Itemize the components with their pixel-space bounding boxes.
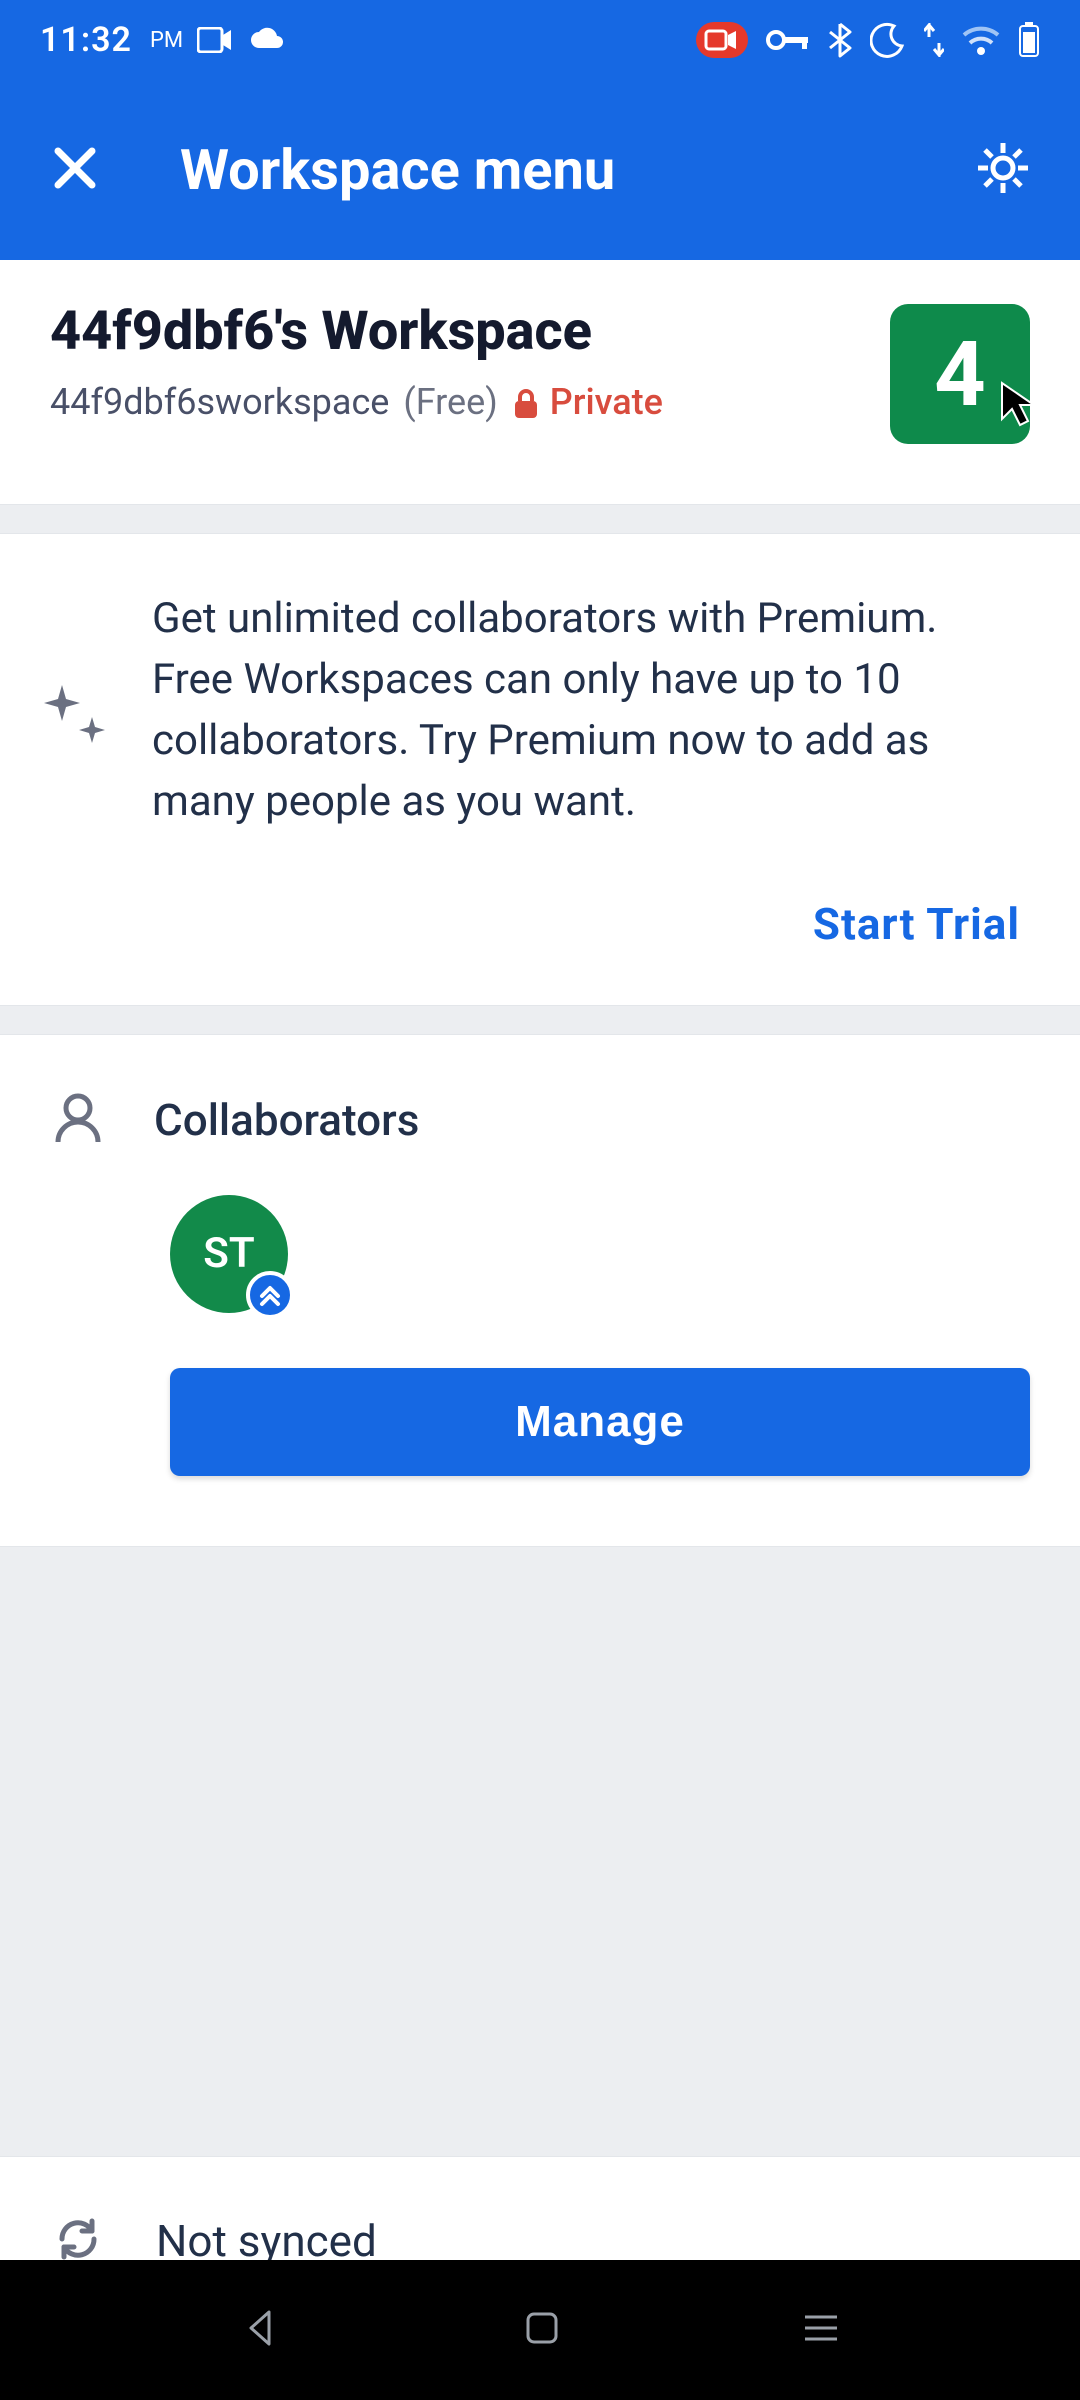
battery-icon [1018, 22, 1040, 58]
collaborators-title: Collaborators [154, 1094, 419, 1146]
workspace-slug: 44f9dbf6sworkspace [50, 381, 389, 423]
nav-home-icon[interactable] [522, 2308, 562, 2352]
sparkle-icon [40, 589, 110, 833]
collaborators-avatars: ST [50, 1195, 1030, 1313]
collaborators-section: Collaborators ST Manage [0, 1035, 1080, 1546]
record-indicator-icon [696, 22, 748, 58]
workspace-privacy-label: Private [550, 381, 663, 423]
wifi-icon [962, 25, 1000, 55]
workspace-subline: 44f9dbf6sworkspace (Free) Private [50, 381, 870, 423]
nav-recent-icon[interactable] [801, 2311, 841, 2349]
person-icon [50, 1090, 106, 1150]
status-time: 11:32 [40, 20, 132, 60]
workspace-plan: (Free) [403, 381, 497, 423]
workspace-name: 44f9dbf6's Workspace [50, 300, 870, 363]
bluetooth-icon [828, 22, 852, 58]
vpn-key-icon [766, 28, 810, 52]
cloud-icon [247, 26, 287, 54]
collaborators-header: Collaborators [50, 1090, 1030, 1150]
system-nav-bar [0, 2260, 1080, 2400]
empty-area [0, 1546, 1080, 2156]
dnd-moon-icon [870, 22, 906, 58]
gear-icon[interactable] [976, 141, 1030, 199]
status-period: PM [150, 28, 183, 53]
workspace-privacy: Private [512, 381, 663, 423]
workspace-avatar[interactable]: 4 [890, 304, 1030, 444]
status-left: 11:32 PM [40, 20, 287, 60]
section-divider [0, 1005, 1080, 1035]
premium-promo-text: Get unlimited collaborators with Premium… [152, 589, 1025, 833]
close-icon[interactable] [50, 143, 120, 197]
workspace-header: 44f9dbf6's Workspace 44f9dbf6sworkspace … [0, 260, 1080, 504]
status-bar: 11:32 PM [0, 0, 1080, 80]
nav-back-icon[interactable] [239, 2306, 283, 2354]
video-icon [197, 27, 233, 53]
avatar-initials: ST [203, 1229, 254, 1278]
chevron-up-double-icon [246, 1271, 294, 1319]
promo-action-row: Start Trial [0, 888, 1080, 1005]
premium-promo: Get unlimited collaborators with Premium… [0, 534, 1080, 888]
start-trial-button[interactable]: Start Trial [813, 898, 1020, 950]
workspace-badge-digit: 4 [934, 322, 986, 427]
lock-icon [512, 381, 540, 423]
app-bar: Workspace menu [0, 80, 1080, 260]
cursor-icon [998, 348, 1038, 453]
collaborator-avatar[interactable]: ST [170, 1195, 288, 1313]
status-right [696, 22, 1040, 58]
data-updown-icon [924, 23, 944, 57]
section-divider [0, 504, 1080, 534]
manage-button[interactable]: Manage [170, 1368, 1030, 1476]
page-title: Workspace menu [180, 137, 615, 203]
